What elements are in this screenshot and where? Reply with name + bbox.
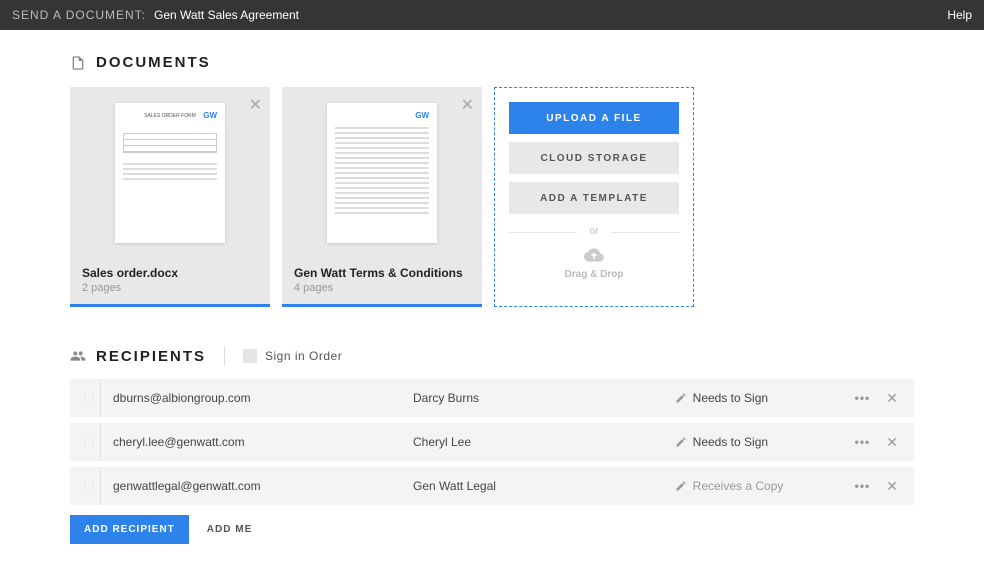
recipient-name[interactable]: Gen Watt Legal xyxy=(413,479,675,493)
document-card[interactable]: ✕ GW SALES ORDER FORM Sales order.docx 2… xyxy=(70,87,270,307)
document-thumbnail: GW SALES ORDER FORM xyxy=(115,103,225,243)
drag-drop-label: Drag & Drop xyxy=(565,269,624,280)
header-document-title: Gen Watt Sales Agreement xyxy=(154,8,299,22)
pencil-icon xyxy=(675,436,687,448)
drag-handle-icon[interactable]: ⋮⋮ xyxy=(80,393,92,404)
or-divider: or xyxy=(509,226,679,237)
document-thumbnail: GW xyxy=(327,103,437,243)
pencil-icon xyxy=(675,480,687,492)
close-icon[interactable]: ✕ xyxy=(461,95,474,115)
close-icon[interactable]: ✕ xyxy=(249,95,262,115)
remove-icon[interactable]: ✕ xyxy=(880,478,904,495)
recipients-section-header: RECIPIENTS Sign in Order xyxy=(70,347,914,365)
people-icon xyxy=(70,348,86,364)
document-name: Sales order.docx xyxy=(82,266,258,280)
documents-section-header: DOCUMENTS xyxy=(70,54,914,71)
more-icon[interactable]: ••• xyxy=(845,435,881,449)
documents-title: DOCUMENTS xyxy=(96,54,211,71)
document-pages: 2 pages xyxy=(82,282,258,294)
add-template-button[interactable]: ADD A TEMPLATE xyxy=(509,182,679,214)
header-context-label: SEND A DOCUMENT: xyxy=(12,8,146,22)
recipient-email[interactable]: genwattlegal@genwatt.com xyxy=(113,479,413,493)
add-recipient-button[interactable]: ADD RECIPIENT xyxy=(70,515,189,544)
document-icon xyxy=(70,55,86,71)
cloud-storage-button[interactable]: CLOUD STORAGE xyxy=(509,142,679,174)
recipient-name[interactable]: Darcy Burns xyxy=(413,391,675,405)
recipients-title: RECIPIENTS xyxy=(96,348,206,365)
pencil-icon xyxy=(675,392,687,404)
drag-handle-icon[interactable]: ⋮⋮ xyxy=(80,437,92,448)
more-icon[interactable]: ••• xyxy=(845,479,881,493)
add-me-button[interactable]: ADD ME xyxy=(207,524,252,535)
recipient-action[interactable]: Receives a Copy xyxy=(675,479,845,493)
remove-icon[interactable]: ✕ xyxy=(880,390,904,407)
documents-row: ✕ GW SALES ORDER FORM Sales order.docx 2… xyxy=(70,87,914,307)
upload-dropzone[interactable]: UPLOAD A FILE CLOUD STORAGE ADD A TEMPLA… xyxy=(494,87,694,307)
recipient-action[interactable]: Needs to Sign xyxy=(675,391,845,405)
document-pages: 4 pages xyxy=(294,282,470,294)
document-card[interactable]: ✕ GW Gen Watt Terms & Conditions 4 pages xyxy=(282,87,482,307)
recipient-name[interactable]: Cheryl Lee xyxy=(413,435,675,449)
cloud-upload-icon xyxy=(580,245,608,265)
recipient-row: ⋮⋮ dburns@albiongroup.com Darcy Burns Ne… xyxy=(70,379,914,417)
drag-handle-icon[interactable]: ⋮⋮ xyxy=(80,481,92,492)
document-name: Gen Watt Terms & Conditions xyxy=(294,266,470,280)
recipient-action[interactable]: Needs to Sign xyxy=(675,435,845,449)
sign-in-order-label: Sign in Order xyxy=(265,349,342,363)
remove-icon[interactable]: ✕ xyxy=(880,434,904,451)
help-link[interactable]: Help xyxy=(947,8,972,22)
recipient-email[interactable]: cheryl.lee@genwatt.com xyxy=(113,435,413,449)
sign-in-order-checkbox[interactable] xyxy=(243,349,257,363)
more-icon[interactable]: ••• xyxy=(845,391,881,405)
recipient-row: ⋮⋮ cheryl.lee@genwatt.com Cheryl Lee Nee… xyxy=(70,423,914,461)
app-header: SEND A DOCUMENT: Gen Watt Sales Agreemen… xyxy=(0,0,984,30)
recipient-email[interactable]: dburns@albiongroup.com xyxy=(113,391,413,405)
recipient-row: ⋮⋮ genwattlegal@genwatt.com Gen Watt Leg… xyxy=(70,467,914,505)
upload-file-button[interactable]: UPLOAD A FILE xyxy=(509,102,679,134)
